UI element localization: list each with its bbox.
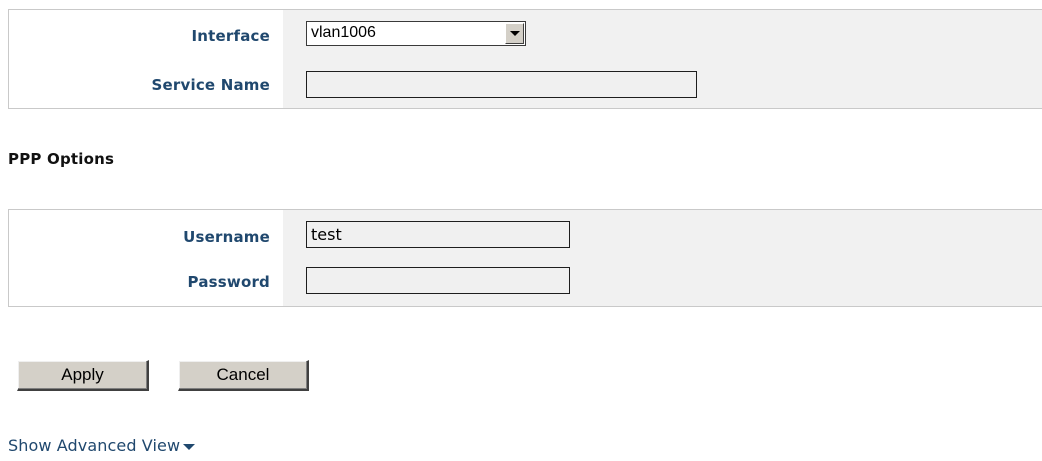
password-label: Password (187, 273, 270, 291)
interface-select-value: vlan1006 (311, 24, 376, 41)
interface-select[interactable]: vlan1006 (306, 21, 526, 46)
ppp-options-title: PPP Options (8, 150, 115, 168)
show-advanced-view-label: Show Advanced View (8, 436, 181, 455)
ppp-label-column (9, 210, 283, 306)
caret-down-icon (183, 443, 196, 450)
chevron-down-icon[interactable] (505, 23, 524, 44)
password-input[interactable] (306, 267, 570, 294)
service-name-label: Service Name (151, 76, 270, 94)
cancel-button[interactable]: Cancel (178, 360, 309, 391)
username-label: Username (183, 228, 270, 246)
username-input[interactable] (306, 221, 570, 248)
interface-label: Interface (191, 27, 270, 45)
service-name-input[interactable] (306, 71, 697, 98)
show-advanced-view-link[interactable]: Show Advanced View (8, 436, 196, 455)
apply-button[interactable]: Apply (17, 360, 149, 391)
